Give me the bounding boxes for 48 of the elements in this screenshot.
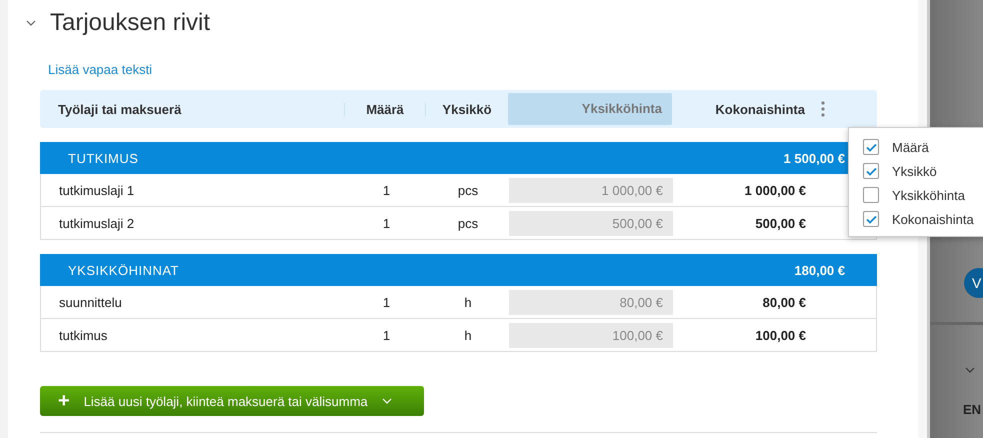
menu-item[interactable]: Määrä xyxy=(863,138,983,156)
table-cell: 100,00 € xyxy=(509,322,673,348)
column-header: Yksikköhinta xyxy=(508,93,672,125)
table-cell-text: 1 xyxy=(382,328,392,342)
menu-item[interactable]: Kokonaishinta xyxy=(863,210,983,228)
menu-item[interactable]: Yksikkö xyxy=(863,162,983,180)
table-cell: 80,00 € xyxy=(509,290,673,314)
table-cell: 500,00 € xyxy=(509,210,673,236)
add-free-text-link[interactable]: Lisää vapaa teksti xyxy=(48,62,918,77)
table-cell-text: 100,00 € xyxy=(754,328,807,342)
table-cell-text: 80,00 € xyxy=(762,294,807,310)
add-row-button[interactable]: + Lisää uusi työlaji, kiinteä maksuerä tai välisumma xyxy=(40,386,424,416)
check-icon xyxy=(866,214,876,224)
check-icon xyxy=(866,166,876,176)
caret-icon xyxy=(382,398,392,404)
table-cell: 1 000,00 € xyxy=(509,178,673,202)
column-header: Työlaji tai maksuerä xyxy=(40,102,345,116)
table-cell-text: tutkimus xyxy=(58,328,108,342)
table-cell-text: tutkimuslaji 2 xyxy=(58,216,136,230)
table-cell-text: 500,00 € xyxy=(754,216,807,230)
table-cell-text: 1 000,00 € xyxy=(744,182,807,198)
table-cell-text: suunnittelu xyxy=(58,294,123,310)
checkbox[interactable] xyxy=(863,139,879,155)
table-cell-text: pcs xyxy=(456,216,480,230)
column-header: Määrä xyxy=(345,102,426,116)
checkbox[interactable] xyxy=(863,211,879,227)
table-cell-text: pcs xyxy=(456,182,480,198)
table-cell-text: 1 xyxy=(382,182,392,198)
section-title: Tarjouksen rivit xyxy=(50,9,210,37)
table-cell-text: h xyxy=(463,328,473,342)
avatar: V xyxy=(964,268,983,298)
column-header: Kokonaishinta xyxy=(714,102,806,116)
group-total: 180,00 € xyxy=(794,262,845,278)
collapse-chevron-icon[interactable] xyxy=(26,20,36,26)
group-total: 1 500,00 € xyxy=(784,150,845,166)
side-text: EN xyxy=(963,402,982,417)
menu-item[interactable]: Yksikköhinta xyxy=(863,186,983,204)
table-cell-text: h xyxy=(463,294,473,310)
table-cell-text: 1 xyxy=(382,294,392,310)
chevron-icon xyxy=(965,367,975,373)
checkbox[interactable] xyxy=(863,187,879,203)
group-title: YKSIKKÖHINNAT xyxy=(68,262,180,278)
group-title: TUTKIMUS xyxy=(68,150,138,166)
checkbox[interactable] xyxy=(863,163,879,179)
column-header: Yksikkö xyxy=(441,102,493,116)
check-icon xyxy=(866,142,876,152)
table-cell-text: 1 xyxy=(382,216,392,230)
table-cell-text: tutkimuslaji 1 xyxy=(58,182,136,198)
